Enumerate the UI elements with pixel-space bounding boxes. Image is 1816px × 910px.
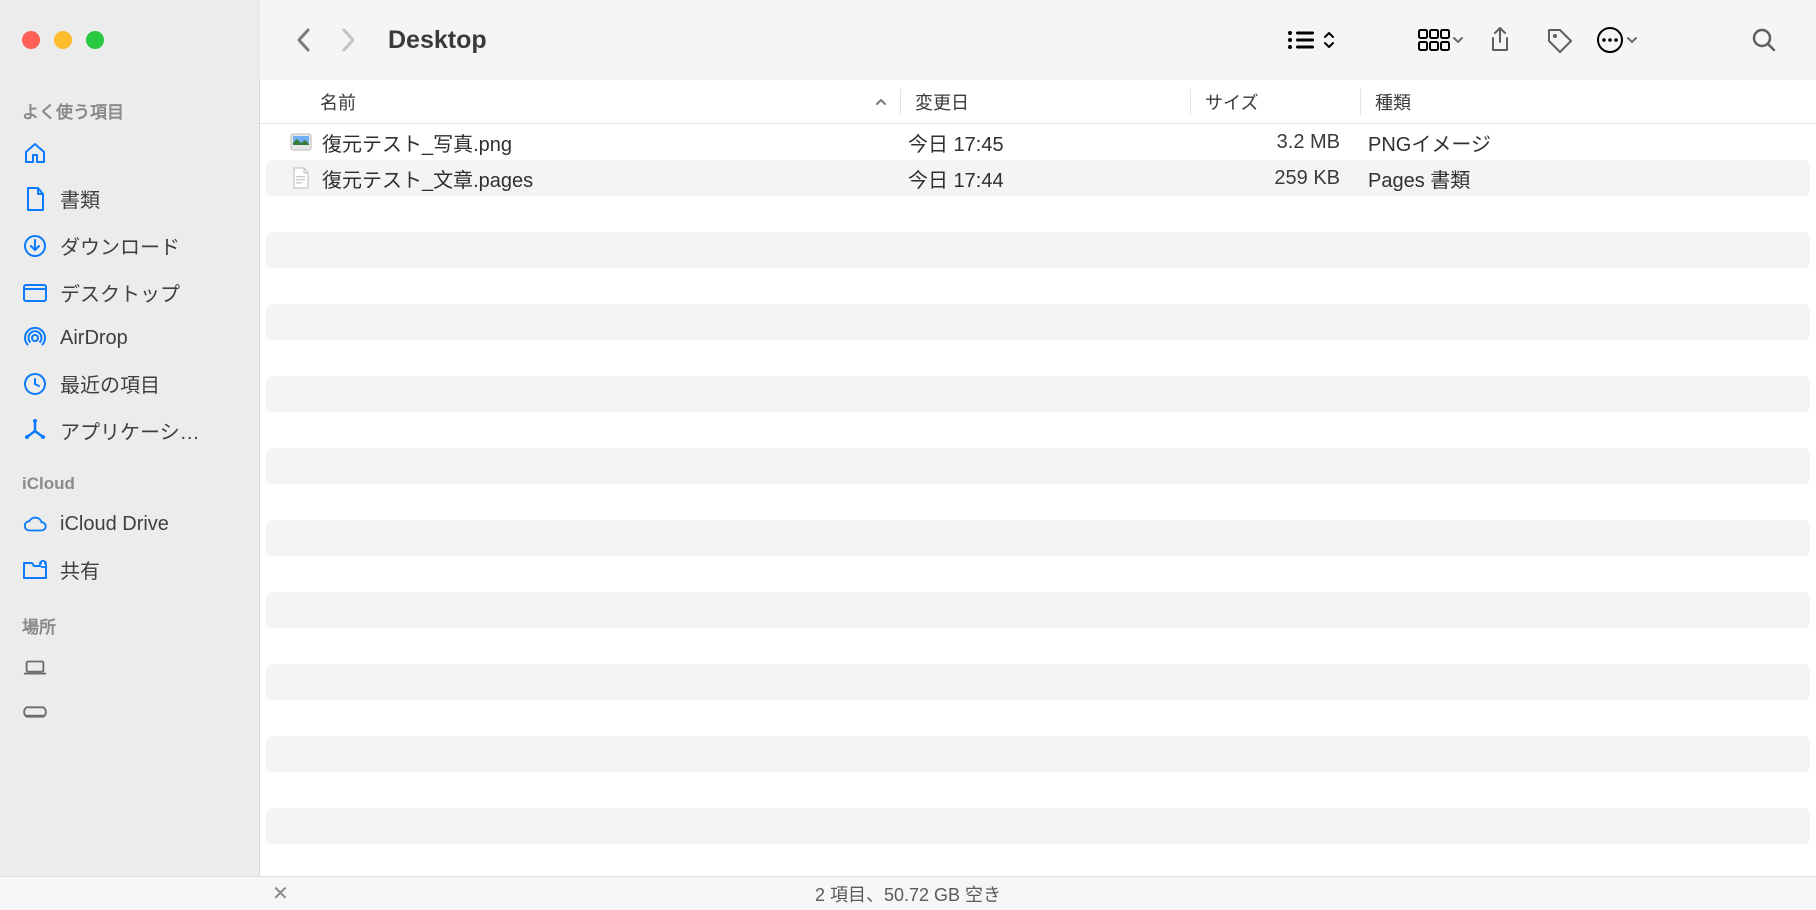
empty-row — [266, 304, 1810, 340]
window-title: Desktop — [388, 26, 487, 55]
sidebar-item-desktop[interactable]: デスクトップ — [0, 269, 259, 316]
action-menu-button[interactable] — [1596, 26, 1638, 54]
empty-row — [266, 376, 1810, 412]
file-modified: 今日 17:44 — [894, 164, 1184, 193]
sidebar-item-label: 共有 — [60, 555, 100, 584]
chevron-right-icon — [338, 26, 358, 54]
column-header-modified[interactable]: 変更日 — [900, 89, 1190, 115]
sidebar-item-label: アプリケーシ… — [60, 416, 200, 445]
sidebar-section-icloud: iCloud — [0, 468, 259, 502]
minimize-window-button[interactable] — [54, 31, 72, 49]
sidebar: よく使う項目 書類 ダウンロード デスクトップ AirDrop 最近の項目 アプ… — [0, 80, 260, 876]
file-kind: Pages 書類 — [1354, 164, 1810, 193]
view-mode-button[interactable] — [1286, 28, 1336, 52]
up-down-chevron-icon — [1322, 28, 1336, 52]
empty-row — [266, 664, 1810, 700]
empty-row — [266, 808, 1810, 844]
document-file-icon — [290, 167, 312, 189]
column-header-name-label: 名前 — [320, 89, 356, 115]
empty-row — [266, 592, 1810, 628]
close-window-button[interactable] — [22, 31, 40, 49]
desktop-icon — [22, 280, 48, 306]
document-icon — [22, 186, 48, 212]
file-list-area: 名前 変更日 サイズ 種類 復元テスト_写真.png 今日 17:45 3.2 … — [260, 80, 1816, 876]
sidebar-item-applications[interactable]: アプリケーシ… — [0, 407, 259, 454]
share-button[interactable] — [1470, 18, 1530, 62]
chevron-down-icon — [1452, 35, 1464, 45]
group-by-button[interactable] — [1418, 28, 1464, 52]
sidebar-item-label: AirDrop — [60, 327, 128, 350]
sidebar-item-label: 書類 — [60, 184, 100, 213]
column-header-size[interactable]: サイズ — [1190, 89, 1360, 115]
status-bar: ✕ 2 項目、50.72 GB 空き — [0, 876, 1816, 910]
download-icon — [22, 233, 48, 259]
search-button[interactable] — [1734, 18, 1794, 62]
chevron-left-icon — [294, 26, 314, 54]
sidebar-item-recents[interactable]: 最近の項目 — [0, 360, 259, 407]
sidebar-item-icloud-drive[interactable]: iCloud Drive — [0, 502, 259, 546]
sidebar-section-locations: 場所 — [0, 607, 259, 646]
empty-row — [266, 448, 1810, 484]
sidebar-section-favorites: よく使う項目 — [0, 92, 259, 131]
file-modified: 今日 17:45 — [894, 128, 1184, 157]
file-size: 3.2 MB — [1184, 131, 1354, 154]
sidebar-item-computer[interactable] — [0, 646, 259, 690]
sidebar-item-label: 最近の項目 — [60, 369, 160, 398]
grid-group-icon — [1418, 28, 1450, 52]
sidebar-item-documents[interactable]: 書類 — [0, 175, 259, 222]
sidebar-item-label: iCloud Drive — [60, 513, 169, 536]
clock-icon — [22, 371, 48, 397]
sidebar-item-downloads[interactable]: ダウンロード — [0, 222, 259, 269]
file-row[interactable]: 復元テスト_文章.pages 今日 17:44 259 KB Pages 書類 — [266, 160, 1810, 196]
applications-icon — [22, 418, 48, 444]
sidebar-item-disk[interactable] — [0, 690, 259, 734]
empty-row — [266, 232, 1810, 268]
empty-row — [266, 736, 1810, 772]
sidebar-item-label: デスクトップ — [60, 278, 180, 307]
tags-button[interactable] — [1530, 18, 1590, 62]
file-name: 復元テスト_文章.pages — [322, 164, 533, 193]
sort-indicator-icon — [874, 96, 888, 108]
path-bar-close-icon[interactable]: ✕ — [272, 881, 289, 906]
chevron-down-icon — [1626, 35, 1638, 45]
file-kind: PNGイメージ — [1354, 128, 1816, 157]
window-traffic-lights — [0, 0, 260, 80]
sidebar-item-airdrop[interactable]: AirDrop — [0, 316, 259, 360]
shared-folder-icon — [22, 557, 48, 583]
column-header-kind[interactable]: 種類 — [1360, 89, 1816, 115]
sidebar-item-shared[interactable]: 共有 — [0, 546, 259, 593]
ellipsis-circle-icon — [1596, 26, 1624, 54]
disk-icon — [22, 699, 48, 725]
search-icon — [1751, 27, 1777, 53]
cloud-icon — [22, 511, 48, 537]
file-size: 259 KB — [1184, 167, 1354, 190]
sidebar-item-label: ダウンロード — [60, 231, 180, 260]
share-icon — [1488, 26, 1512, 54]
laptop-icon — [22, 655, 48, 681]
toolbar: Desktop — [260, 0, 1816, 80]
status-text: 2 項目、50.72 GB 空き — [815, 881, 1001, 907]
airdrop-icon — [22, 325, 48, 351]
file-row[interactable]: 復元テスト_写真.png 今日 17:45 3.2 MB PNGイメージ — [260, 124, 1816, 160]
back-button[interactable] — [282, 18, 326, 62]
list-view-icon — [1286, 28, 1316, 52]
column-header-name[interactable]: 名前 — [260, 89, 900, 115]
forward-button[interactable] — [326, 18, 370, 62]
house-icon — [22, 140, 48, 166]
image-file-icon — [290, 131, 312, 153]
maximize-window-button[interactable] — [86, 31, 104, 49]
empty-row — [266, 520, 1810, 556]
tag-icon — [1546, 27, 1574, 53]
column-header-row: 名前 変更日 サイズ 種類 — [260, 80, 1816, 124]
sidebar-item-home[interactable] — [0, 131, 259, 175]
file-name: 復元テスト_写真.png — [322, 128, 512, 157]
